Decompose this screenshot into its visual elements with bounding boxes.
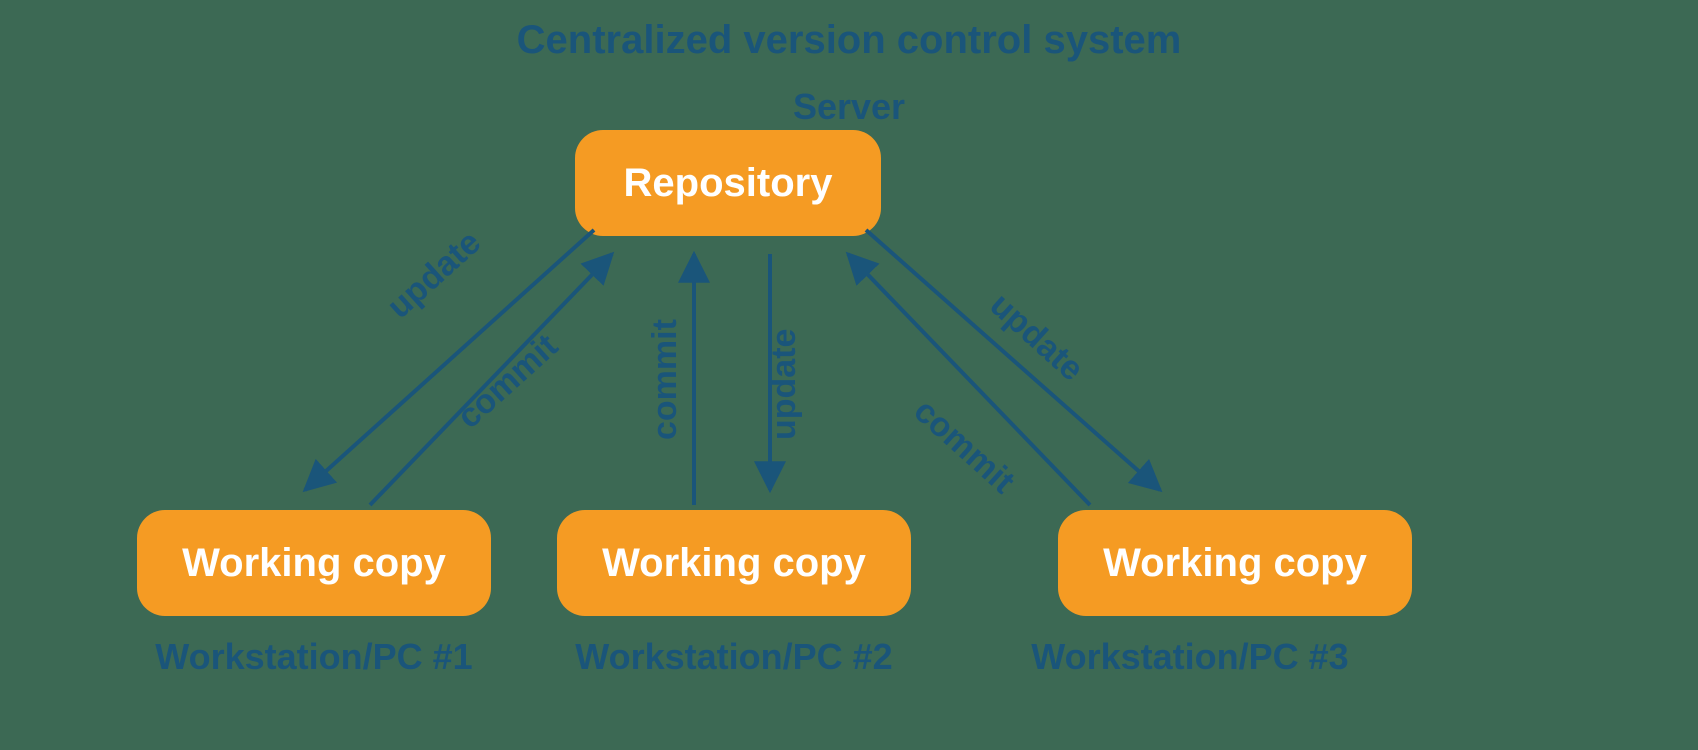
diagram-stage: Centralized version control system Serve… <box>0 0 1698 750</box>
edge-update-1 <box>305 230 594 490</box>
working-copy-1-node: Working copy <box>137 510 491 616</box>
working-copy-1-text: Working copy <box>182 541 446 586</box>
working-copy-3-text: Working copy <box>1103 541 1367 586</box>
server-label: Server <box>0 86 1698 128</box>
working-copy-2-text: Working copy <box>602 541 866 586</box>
edge-update-2-label: update <box>765 329 803 440</box>
edge-commit-3-label: commit <box>907 392 1022 501</box>
edge-commit-3 <box>848 254 1090 505</box>
workstation-3-label: Workstation/PC #3 <box>988 636 1392 678</box>
repository-node: Repository <box>575 130 881 236</box>
diagram-title: Centralized version control system <box>0 18 1698 63</box>
edge-commit-2-label: commit <box>646 319 684 440</box>
workstation-2-label: Workstation/PC #2 <box>532 636 936 678</box>
edge-update-3-label: update <box>983 286 1091 389</box>
working-copy-2-node: Working copy <box>557 510 911 616</box>
workstation-1-label: Workstation/PC #1 <box>112 636 516 678</box>
edge-commit-1 <box>370 254 612 505</box>
working-copy-3-node: Working copy <box>1058 510 1412 616</box>
repository-node-text: Repository <box>624 161 833 206</box>
edge-update-1-label: update <box>380 223 488 326</box>
edge-update-3 <box>866 230 1160 490</box>
edge-commit-1-label: commit <box>450 327 565 436</box>
